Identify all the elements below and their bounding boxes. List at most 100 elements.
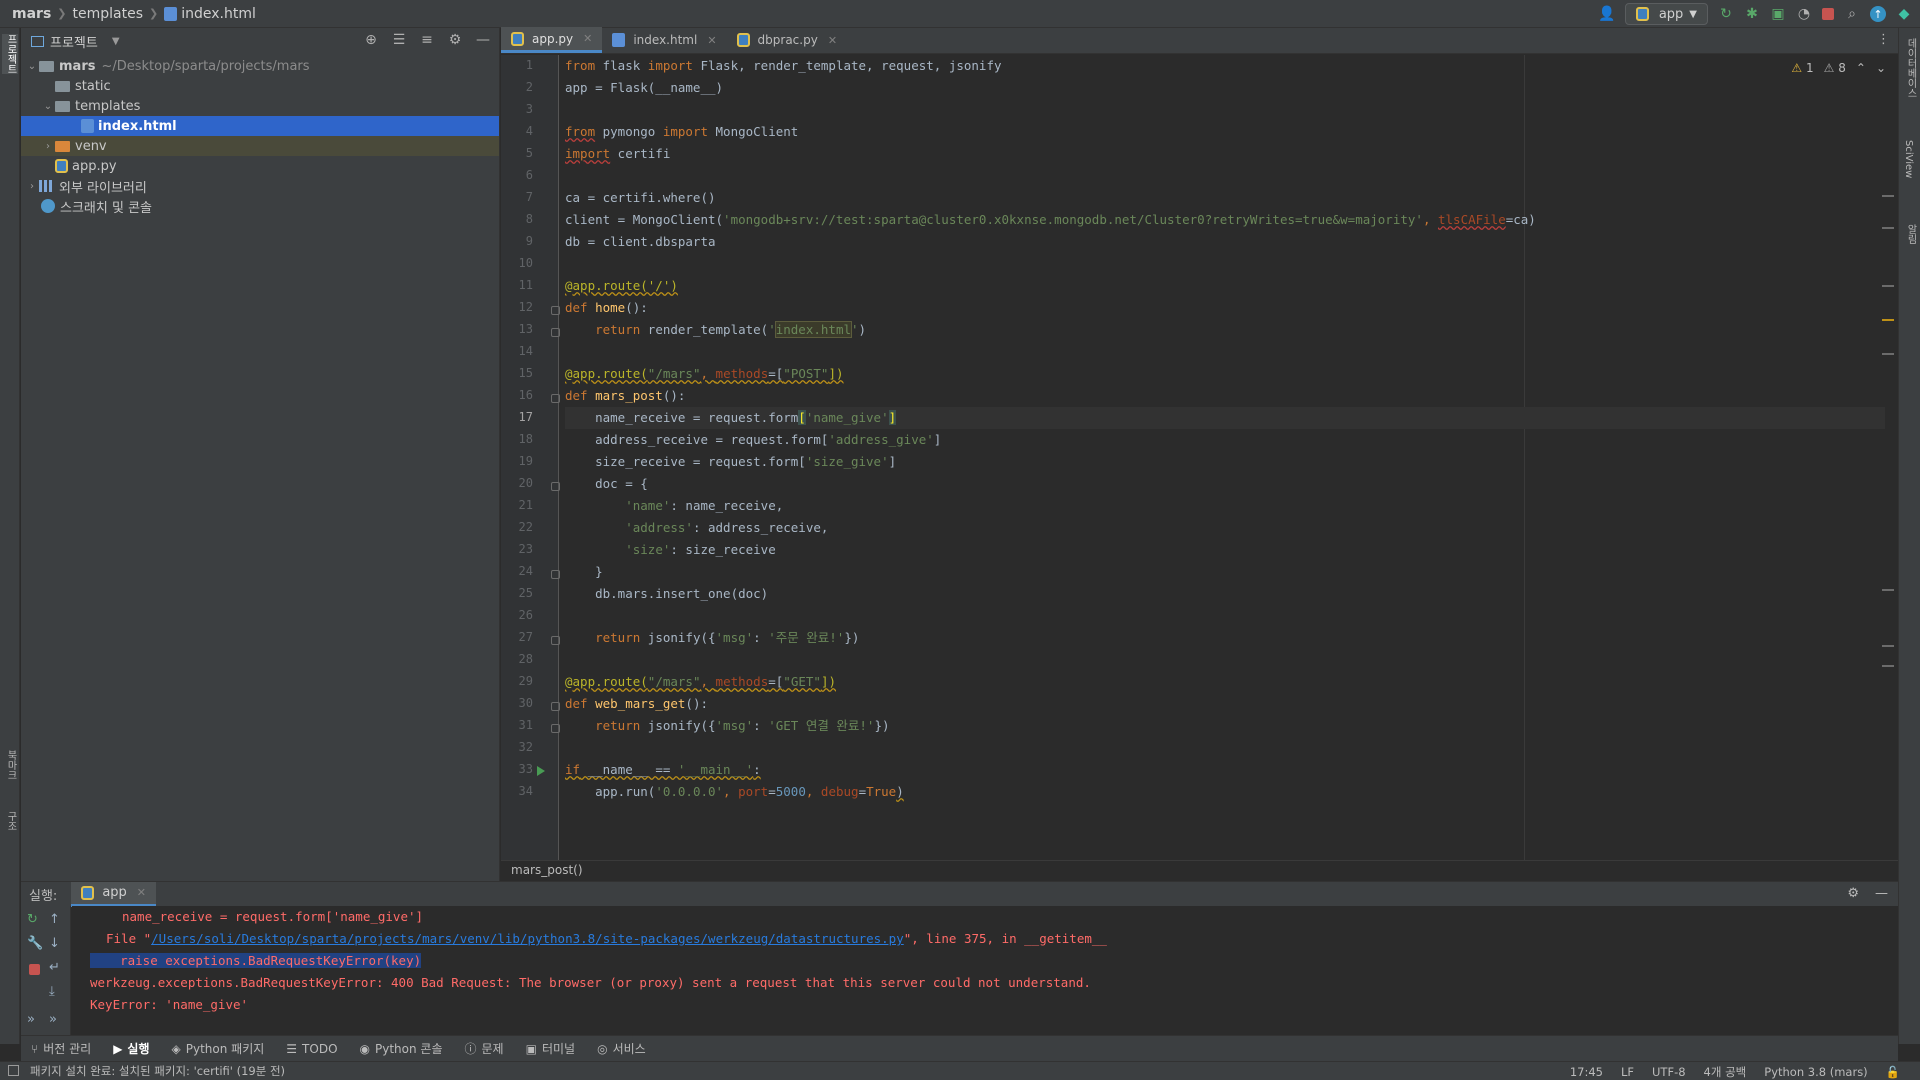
- fold-marker-icon[interactable]: [551, 394, 560, 403]
- locate-icon[interactable]: ⊕: [363, 32, 379, 48]
- update-icon[interactable]: ↑: [1870, 6, 1886, 22]
- sciview-tool-tab[interactable]: SciView: [1903, 140, 1914, 178]
- error-stripe-mark[interactable]: [1882, 319, 1894, 321]
- run-config-selector[interactable]: app ▼: [1624, 3, 1708, 25]
- expand-all-icon[interactable]: ☰: [391, 32, 407, 48]
- chevron-down-icon[interactable]: ⌄: [25, 61, 39, 72]
- tree-item-mars[interactable]: ⌄ mars ~/Desktop/sparta/projects/mars: [21, 56, 499, 76]
- run-gutter-icon[interactable]: [537, 766, 545, 776]
- arrow-down-icon[interactable]: ↓: [49, 936, 60, 951]
- rerun-icon[interactable]: ↻: [1718, 6, 1734, 22]
- tool-tab-terminal[interactable]: ▣ 터미널: [526, 1040, 575, 1057]
- editor-gutter[interactable]: 1 2 3 4 5 6 7 8 9 10 11 12 13 14 15 16 1…: [501, 55, 560, 860]
- fold-marker-icon[interactable]: [551, 482, 560, 491]
- more-icon[interactable]: »: [27, 1012, 35, 1027]
- breadcrumb-folder[interactable]: templates: [73, 6, 144, 22]
- breadcrumb-project[interactable]: mars: [12, 6, 51, 22]
- tool-tab-python-console[interactable]: ◉ Python 콘솔: [360, 1040, 443, 1057]
- breadcrumb-file[interactable]: index.html: [181, 6, 256, 22]
- traceback-file-link[interactable]: /Users/soli/Desktop/sparta/projects/mars…: [151, 931, 904, 946]
- code-area[interactable]: from flask import Flask, render_template…: [565, 55, 1885, 860]
- run-tab-app[interactable]: app ✕: [71, 881, 157, 907]
- minimize-icon[interactable]: —: [475, 32, 491, 48]
- tree-item-venv[interactable]: › venv: [21, 136, 499, 156]
- code-editor[interactable]: 1 2 3 4 5 6 7 8 9 10 11 12 13 14 15 16 1…: [501, 55, 1898, 860]
- close-icon[interactable]: ✕: [583, 32, 592, 45]
- lock-icon[interactable]: 🔓: [1886, 1065, 1900, 1079]
- indent-setting[interactable]: 4개 공백: [1704, 1064, 1747, 1080]
- chevron-down-icon[interactable]: ▼: [112, 36, 120, 47]
- tree-item-index-html[interactable]: index.html: [21, 116, 499, 136]
- editor-breadcrumb[interactable]: mars_post(): [501, 860, 1898, 880]
- line-separator[interactable]: LF: [1621, 1065, 1634, 1079]
- error-stripe-mark[interactable]: [1882, 589, 1894, 591]
- chevron-down-icon[interactable]: ⌄: [41, 101, 55, 112]
- error-stripe-mark[interactable]: [1882, 285, 1894, 287]
- user-icon[interactable]: 👤: [1598, 6, 1615, 22]
- minimize-icon[interactable]: —: [1875, 886, 1888, 901]
- tool-tab-todo[interactable]: ☰ TODO: [286, 1042, 337, 1056]
- chevron-right-icon[interactable]: ›: [41, 141, 55, 152]
- more-options-icon[interactable]: ⋮: [1877, 32, 1890, 47]
- tool-tab-services[interactable]: ◎ 서비스: [597, 1040, 646, 1057]
- gear-icon[interactable]: ⚙: [1847, 886, 1859, 901]
- more-icon[interactable]: »: [49, 1012, 57, 1027]
- close-icon[interactable]: ✕: [707, 34, 716, 47]
- fold-marker-icon[interactable]: [551, 724, 560, 733]
- tree-item-external-libraries[interactable]: › 외부 라이브러리: [21, 176, 499, 196]
- fold-marker-icon[interactable]: [551, 636, 560, 645]
- weak-warning-count[interactable]: ⚠ 8: [1824, 61, 1846, 75]
- structure-tool-tab[interactable]: 구조: [2, 811, 18, 831]
- chevron-up-icon[interactable]: ⌃: [1856, 61, 1866, 75]
- wrench-icon[interactable]: 🔧: [27, 936, 43, 951]
- caret-position[interactable]: 17:45: [1570, 1065, 1603, 1079]
- tree-item-templates[interactable]: ⌄ templates: [21, 96, 499, 116]
- tree-item-app-py[interactable]: app.py: [21, 156, 499, 176]
- fold-marker-icon[interactable]: [551, 328, 560, 337]
- error-stripe-mark[interactable]: [1882, 195, 1894, 197]
- tool-tab-run[interactable]: ▶ 실행: [113, 1040, 149, 1057]
- fold-marker-icon[interactable]: [551, 570, 560, 579]
- run-console-output[interactable]: name_receive = request.form['name_give']…: [72, 906, 1898, 1035]
- status-message[interactable]: 패키지 설치 완료: 설치된 패키지: 'certifi' (19분 전): [0, 1063, 285, 1079]
- project-panel-title[interactable]: 프로젝트: [50, 32, 98, 51]
- inspection-widget[interactable]: ⚠ 1 ⚠ 8 ⌃ ⌄: [1791, 61, 1886, 75]
- tab-app-py[interactable]: app.py ✕: [501, 27, 603, 53]
- arrow-up-icon[interactable]: ↑: [49, 912, 60, 927]
- debug-icon[interactable]: ✱: [1744, 6, 1760, 22]
- error-stripe-mark[interactable]: [1882, 227, 1894, 229]
- tool-tab-version-control[interactable]: ⑂ 버전 관리: [31, 1040, 91, 1057]
- tree-item-static[interactable]: static: [21, 76, 499, 96]
- rerun-icon[interactable]: ↻: [27, 912, 38, 927]
- error-stripe-mark[interactable]: [1882, 665, 1894, 667]
- profile-icon[interactable]: ◔: [1796, 6, 1812, 22]
- collapse-all-icon[interactable]: ≡: [419, 32, 435, 48]
- warning-count[interactable]: ⚠ 1: [1791, 61, 1813, 75]
- search-icon[interactable]: ⌕: [1844, 6, 1860, 22]
- fold-marker-icon[interactable]: [551, 702, 560, 711]
- scroll-to-end-icon[interactable]: ⤓: [49, 984, 55, 999]
- file-encoding[interactable]: UTF-8: [1652, 1065, 1686, 1079]
- stop-icon[interactable]: [1822, 8, 1834, 20]
- tool-tab-python-packages[interactable]: ◈ Python 패키지: [172, 1040, 265, 1057]
- database-tool-tab[interactable]: 데이터베이스: [1903, 38, 1918, 98]
- close-icon[interactable]: ✕: [137, 886, 146, 899]
- tree-item-scratches[interactable]: 스크래치 및 콘솔: [21, 196, 499, 216]
- tab-index-html[interactable]: index.html ✕: [602, 27, 726, 53]
- editor-scrollbar[interactable]: [1882, 55, 1894, 860]
- panel-toggle-icon[interactable]: [8, 1065, 19, 1076]
- tool-tab-problems[interactable]: ⓘ 문제: [465, 1040, 504, 1057]
- close-icon[interactable]: ✕: [828, 34, 837, 47]
- error-stripe-mark[interactable]: [1882, 353, 1894, 355]
- fold-marker-icon[interactable]: [551, 306, 560, 315]
- coverage-icon[interactable]: ▣: [1770, 6, 1786, 22]
- bookmarks-tool-tab[interactable]: 북마크: [2, 750, 18, 780]
- stop-icon[interactable]: [29, 964, 40, 975]
- soft-wrap-icon[interactable]: ↵: [49, 960, 60, 975]
- tab-dbprac-py[interactable]: dbprac.py ✕: [727, 27, 848, 53]
- python-interpreter[interactable]: Python 3.8 (mars): [1764, 1065, 1867, 1079]
- chevron-right-icon[interactable]: ›: [25, 181, 39, 192]
- notifications-tool-tab[interactable]: 알림: [1903, 224, 1918, 244]
- ide-logo-icon[interactable]: ◆: [1896, 6, 1912, 22]
- gear-icon[interactable]: ⚙: [447, 32, 463, 48]
